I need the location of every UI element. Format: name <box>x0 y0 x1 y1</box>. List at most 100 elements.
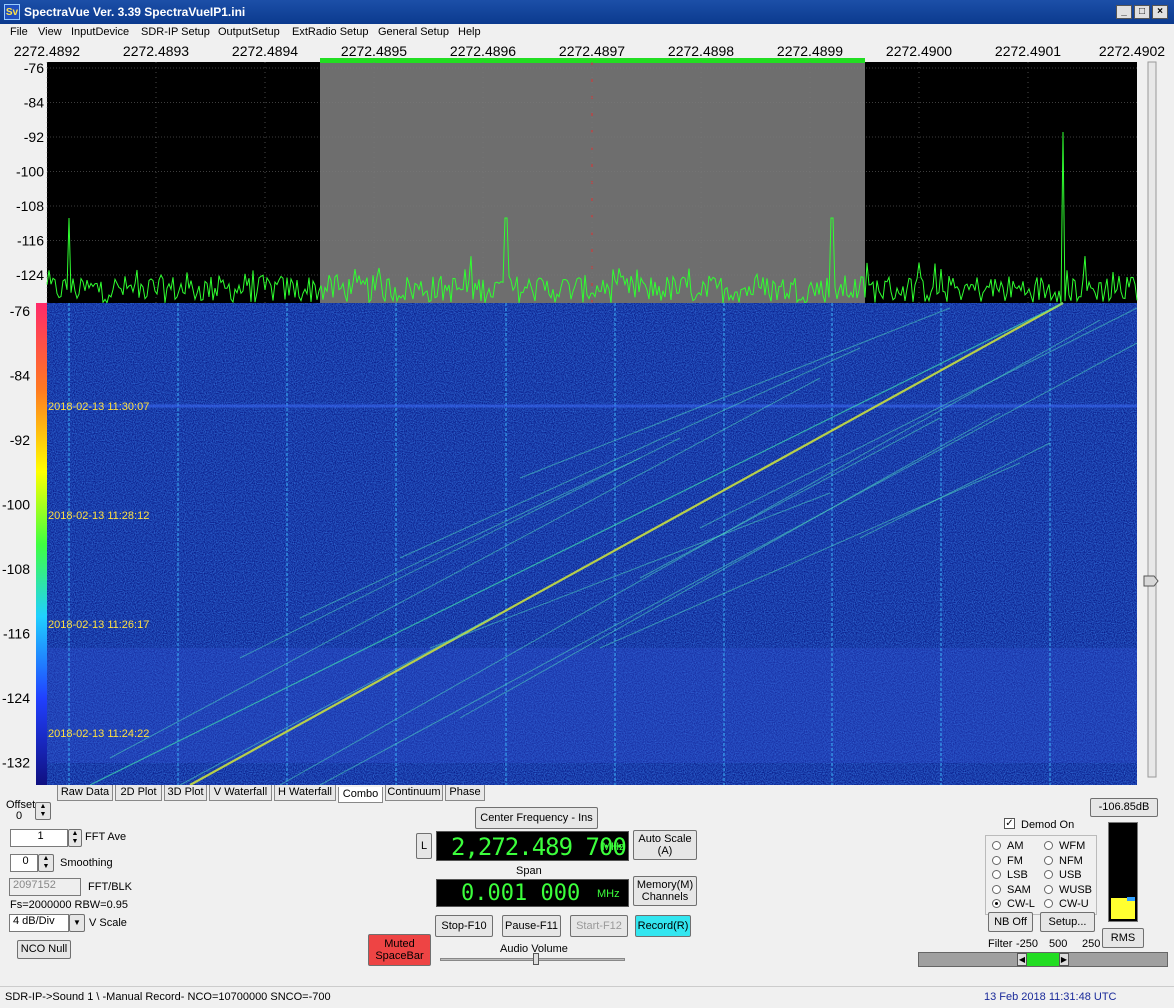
fft-ave-label: FFT Ave <box>85 831 127 843</box>
stop-button[interactable]: Stop-F10 <box>435 915 493 937</box>
fft-ave-input[interactable]: 1 <box>10 829 68 847</box>
waterfall-db-tick: -124 <box>2 690 30 706</box>
demod-mode-sam[interactable]: SAM <box>992 884 1031 896</box>
radio-icon <box>992 899 1001 908</box>
span-value: 0.001 000 <box>461 881 581 906</box>
status-bar: SDR-IP->Sound 1 \ -Manual Record- NCO=10… <box>0 986 1174 1008</box>
auto-scale-button[interactable]: Auto Scale (A) <box>633 830 697 860</box>
record-button[interactable]: Record(R) <box>635 915 691 937</box>
span-display[interactable]: 0.001 000 MHz <box>436 879 629 907</box>
demod-mode-lsb[interactable]: LSB <box>992 869 1028 881</box>
demod-mode-label: USB <box>1059 869 1082 881</box>
rms-button[interactable]: RMS <box>1102 928 1144 948</box>
filter-left-arrow-icon[interactable]: ◀ <box>1017 953 1027 966</box>
demod-mode-wusb[interactable]: WUSB <box>1044 884 1092 896</box>
demod-on-checkbox[interactable]: ✓ <box>1004 818 1015 829</box>
menu-inputdevice[interactable]: InputDevice <box>71 26 129 38</box>
tab-v-waterfall[interactable]: V Waterfall <box>209 785 272 801</box>
freq-tick: 2272.4893 <box>122 43 190 59</box>
menu-file[interactable]: File <box>10 26 28 38</box>
pause-button[interactable]: Pause-F11 <box>502 915 561 937</box>
filter-right-arrow-icon[interactable]: ▶ <box>1059 953 1069 966</box>
filter-width: 500 <box>1049 938 1068 950</box>
app-logo-icon: Sv <box>4 4 20 20</box>
span-label: Span <box>516 865 542 877</box>
menu-general-setup[interactable]: General Setup <box>378 26 449 38</box>
filter-low: -250 <box>1016 938 1039 950</box>
vscale-dropdown-icon[interactable]: ▼ <box>69 914 85 932</box>
menu-extradio-setup[interactable]: ExtRadio Setup <box>292 26 368 38</box>
menu-view[interactable]: View <box>38 26 62 38</box>
demod-mode-fm[interactable]: FM <box>992 855 1023 867</box>
vscale-select[interactable]: 4 dB/Div <box>9 914 69 932</box>
setup-button[interactable]: Setup... <box>1040 912 1095 932</box>
waterfall-db-tick: -92 <box>10 432 30 448</box>
radio-icon <box>1044 870 1053 879</box>
freq-tick: 2272.4897 <box>558 43 626 59</box>
tab-combo[interactable]: Combo <box>338 787 383 803</box>
status-datetime: 13 Feb 2018 11:31:48 UTC <box>984 991 1117 1003</box>
waterfall-timestamp: 2018-02-13 11:26:17 <box>48 619 149 631</box>
smoothing-spinner[interactable]: ▲ ▼ <box>38 854 54 872</box>
demod-mode-nfm[interactable]: NFM <box>1044 855 1083 867</box>
demod-mode-cw-u[interactable]: CW-U <box>1044 898 1089 910</box>
waterfall-db-tick: -100 <box>2 497 30 513</box>
filter-slider-thumb[interactable] <box>1027 953 1059 966</box>
span-unit: MHz <box>597 888 620 900</box>
fft-blk-select[interactable]: 2097152 <box>9 878 81 896</box>
start-button[interactable]: Start-F12 <box>570 915 628 937</box>
nco-null-button[interactable]: NCO Null <box>17 940 71 959</box>
level-readout: -106.85dB <box>1090 798 1158 817</box>
tab-3d-plot[interactable]: 3D Plot <box>164 785 207 801</box>
tab-phase[interactable]: Phase <box>445 785 485 801</box>
freq-tick: 2272.4898 <box>667 43 735 59</box>
radio-icon <box>992 841 1001 850</box>
radio-icon <box>1044 884 1053 894</box>
waterfall-timestamp: 2018-02-13 11:30:07 <box>48 401 149 413</box>
center-frequency-button[interactable]: Center Frequency - Ins <box>475 807 598 829</box>
minimize-button[interactable]: _ <box>1116 5 1132 19</box>
tab-h-waterfall[interactable]: H Waterfall <box>274 785 336 801</box>
fft-ave-spinner[interactable]: ▲ ▼ <box>68 829 82 847</box>
menu-outputsetup[interactable]: OutputSetup <box>218 26 280 38</box>
demod-on-label: Demod On <box>1021 819 1075 831</box>
offset-spinner[interactable]: ▲ ▼ <box>35 802 51 820</box>
demod-mode-usb[interactable]: USB <box>1044 869 1082 881</box>
menu-help[interactable]: Help <box>458 26 481 38</box>
frequency-value: 2,272.489 700 <box>451 833 627 861</box>
lock-button[interactable]: L <box>416 833 432 859</box>
radio-icon <box>992 884 1001 894</box>
signal-meter-peak <box>1127 897 1135 901</box>
plot-area[interactable]: -76-84-92-100-108-116-124 -76-84-92-100-… <box>0 58 1174 788</box>
audio-volume-thumb[interactable] <box>533 953 539 965</box>
demod-mode-am[interactable]: AM <box>992 840 1024 852</box>
tab-raw-data[interactable]: Raw Data <box>57 785 113 801</box>
close-button[interactable]: × <box>1152 5 1168 19</box>
memory-channels-button[interactable]: Memory(M) Channels <box>633 876 697 906</box>
smoothing-input[interactable]: 0 <box>10 854 38 872</box>
muted-spacebar-button[interactable]: Muted SpaceBar <box>368 934 431 966</box>
frequency-unit: MHz <box>602 841 625 853</box>
spectrum-db-tick: -124 <box>16 267 44 283</box>
freq-tick: 2272.4892 <box>13 43 81 59</box>
filter-label: Filter <box>988 938 1013 950</box>
offset-value: 0 <box>16 810 23 822</box>
tab-continuum[interactable]: Continuum <box>385 785 443 801</box>
demod-mode-wfm[interactable]: WFM <box>1044 840 1085 852</box>
demod-mode-label: LSB <box>1007 869 1028 881</box>
frequency-display[interactable]: 2,272.489 700 MHz <box>436 831 629 861</box>
tab-2d-plot[interactable]: 2D Plot <box>115 785 162 801</box>
demod-mode-label: NFM <box>1059 854 1083 867</box>
demod-mode-cw-l[interactable]: CW-L <box>992 898 1035 910</box>
spectrum-db-axis: -76 -84 -92 -100 -108 -116 -124 <box>16 60 44 283</box>
freq-tick: 2272.4901 <box>994 43 1062 59</box>
radio-icon <box>992 870 1001 879</box>
freq-tick: 2272.4895 <box>340 43 408 59</box>
spectrum-db-tick: -100 <box>16 164 44 180</box>
nb-off-button[interactable]: NB Off <box>988 912 1033 932</box>
menu-sdr-ip-setup[interactable]: SDR-IP Setup <box>141 26 210 38</box>
level-slider-track[interactable] <box>1147 61 1157 778</box>
maximize-button[interactable]: □ <box>1134 5 1150 19</box>
waterfall-db-tick: -132 <box>2 755 30 771</box>
waterfall-timestamp: 2018-02-13 11:24:22 <box>48 728 149 740</box>
